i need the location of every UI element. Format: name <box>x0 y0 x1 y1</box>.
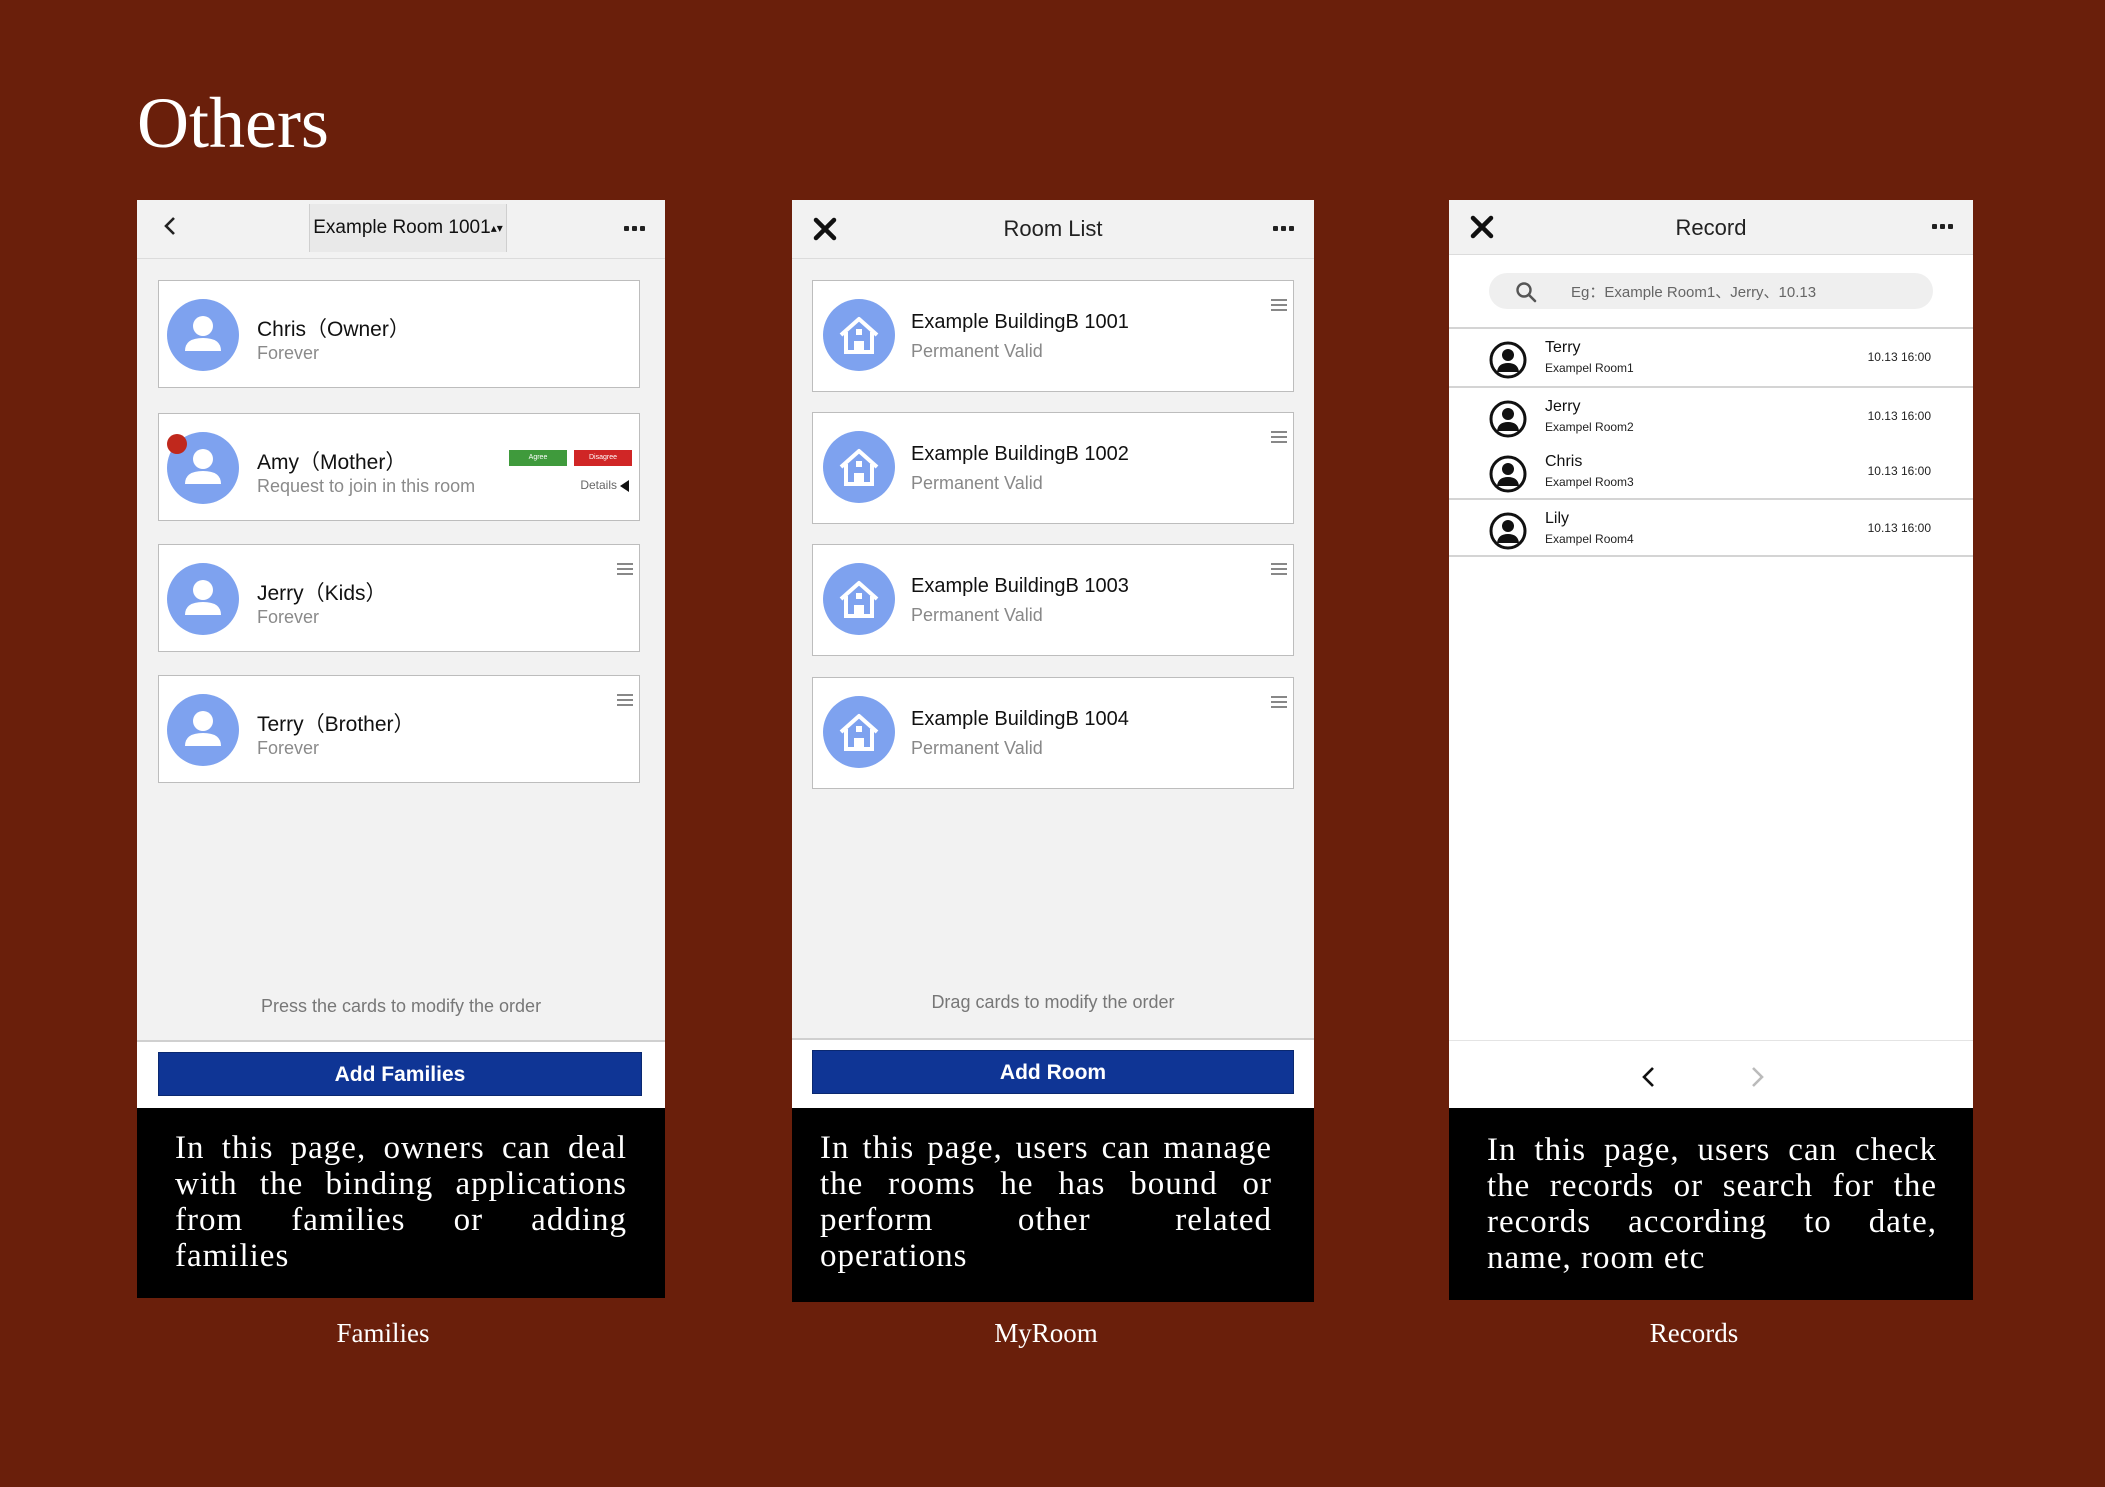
records-screen: Record Terry Exampel Room1 10.13 16:00 <box>1449 200 1973 1108</box>
record-name: Terry <box>1545 339 1581 356</box>
sort-arrows-icon: ▴▾ <box>490 221 503 235</box>
record-row-chris[interactable]: Chris Exampel Room3 10.13 16:00 <box>1449 443 1973 498</box>
person-icon <box>1489 341 1527 379</box>
families-topbar: Example Room 1001▴▾ <box>137 200 665 259</box>
families-bottombar: Add Families <box>137 1040 665 1108</box>
disagree-button[interactable]: Disagree <box>574 450 632 466</box>
house-icon <box>823 563 895 635</box>
search-area <box>1449 255 1973 329</box>
room-selector-label: Example Room 1001 <box>313 217 491 239</box>
person-icon <box>167 299 239 371</box>
records-caption: Records <box>1649 1318 1739 1348</box>
record-name: Jerry <box>1545 398 1581 415</box>
records-topbar: Record <box>1449 200 1973 255</box>
record-room: Exampel Room2 <box>1545 420 1634 434</box>
member-card-jerry[interactable]: Jerry（Kids） Forever <box>158 544 640 652</box>
member-name: Jerry（Kids） <box>257 582 387 605</box>
search-icon <box>1516 282 1537 303</box>
room-validity: Permanent Valid <box>911 341 1043 361</box>
families-description: In this page, owners can deal with the b… <box>137 1108 665 1298</box>
drag-handle-icon[interactable] <box>1271 696 1287 711</box>
room-card-1002[interactable]: Example BuildingB 1002 Permanent Valid <box>812 412 1294 524</box>
myroom-caption: MyRoom <box>994 1318 1098 1348</box>
more-icon[interactable] <box>624 226 645 231</box>
member-card-amy[interactable]: Amy（Mother） Request to join in this room… <box>158 413 640 521</box>
screen-title: Record <box>1675 215 1747 240</box>
person-icon <box>1489 455 1527 493</box>
member-status: Forever <box>257 738 320 758</box>
member-status: Forever <box>257 607 320 627</box>
room-name: Example BuildingB 1003 <box>911 575 1129 597</box>
record-room: Exampel Room3 <box>1545 475 1634 489</box>
room-validity: Permanent Valid <box>911 473 1043 493</box>
more-icon[interactable] <box>1273 226 1294 231</box>
add-room-button[interactable]: Add Room <box>812 1050 1294 1094</box>
triangle-left-icon <box>620 479 629 492</box>
record-row-lily[interactable]: Lily Exampel Room4 10.13 16:00 <box>1449 498 1973 557</box>
myroom-topbar: Room List <box>792 200 1314 259</box>
person-icon <box>1489 400 1527 438</box>
member-status: Forever <box>257 343 320 363</box>
record-row-terry[interactable]: Terry Exampel Room1 10.13 16:00 <box>1449 329 1973 384</box>
room-name: Example BuildingB 1004 <box>911 708 1129 730</box>
families-caption: Families <box>336 1318 430 1348</box>
page-title: Others <box>137 83 329 163</box>
chevron-left-icon[interactable] <box>159 214 183 238</box>
room-card-1004[interactable]: Example BuildingB 1004 Permanent Valid <box>812 677 1294 789</box>
room-validity: Permanent Valid <box>911 605 1043 625</box>
record-time: 10.13 16:00 <box>1867 521 1931 535</box>
room-selector[interactable]: Example Room 1001▴▾ <box>309 204 507 252</box>
room-name: Example BuildingB 1001 <box>911 311 1129 333</box>
agree-button[interactable]: Agree <box>509 450 567 466</box>
person-icon <box>167 694 239 766</box>
member-name: Chris（Owner） <box>257 318 410 341</box>
member-card-chris[interactable]: Chris（Owner） Forever <box>158 280 640 388</box>
records-description: In this page, users can check the record… <box>1449 1108 1973 1300</box>
search-input[interactable] <box>1569 279 1913 305</box>
details-label: Details <box>580 478 617 492</box>
record-row-jerry[interactable]: Jerry Exampel Room2 10.13 16:00 <box>1449 386 1973 443</box>
reorder-hint: Press the cards to modify the order <box>260 996 542 1016</box>
drag-handle-icon[interactable] <box>1271 299 1287 314</box>
member-card-terry[interactable]: Terry（Brother） Forever <box>158 675 640 783</box>
record-name: Lily <box>1545 510 1570 527</box>
search-bar <box>1489 273 1933 309</box>
screen-title: Room List <box>1003 216 1103 241</box>
record-room: Exampel Room4 <box>1545 532 1634 546</box>
reorder-hint: Drag cards to modify the order <box>931 992 1175 1012</box>
drag-handle-icon[interactable] <box>617 694 633 709</box>
chevron-left-icon[interactable] <box>1639 1065 1659 1089</box>
member-status: Request to join in this room <box>257 476 476 496</box>
record-time: 10.13 16:00 <box>1867 350 1931 364</box>
details-link[interactable]: Details <box>580 478 629 492</box>
house-icon <box>823 299 895 371</box>
house-icon <box>823 431 895 503</box>
drag-handle-icon[interactable] <box>1271 563 1287 578</box>
chevron-right-icon[interactable] <box>1747 1065 1767 1089</box>
record-time: 10.13 16:00 <box>1867 409 1931 423</box>
drag-handle-icon[interactable] <box>1271 431 1287 446</box>
drag-handle-icon[interactable] <box>617 563 633 578</box>
person-icon <box>1489 512 1527 550</box>
room-validity: Permanent Valid <box>911 738 1043 758</box>
record-time: 10.13 16:00 <box>1867 464 1931 478</box>
add-families-button[interactable]: Add Families <box>158 1052 642 1096</box>
pagination <box>1449 1040 1973 1108</box>
record-room: Exampel Room1 <box>1545 361 1634 375</box>
member-name: Amy（Mother） <box>257 451 407 474</box>
house-icon <box>823 696 895 768</box>
families-screen: Example Room 1001▴▾ Chris（Owner） Forever… <box>137 200 665 1108</box>
more-icon[interactable] <box>1932 224 1953 229</box>
member-name: Terry（Brother） <box>257 713 415 736</box>
room-card-1001[interactable]: Example BuildingB 1001 Permanent Valid <box>812 280 1294 392</box>
room-name: Example BuildingB 1002 <box>911 443 1129 465</box>
person-icon <box>167 563 239 635</box>
room-card-1003[interactable]: Example BuildingB 1003 Permanent Valid <box>812 544 1294 656</box>
myroom-bottombar: Add Room <box>792 1038 1314 1108</box>
notification-dot <box>167 434 187 454</box>
record-name: Chris <box>1545 453 1583 470</box>
myroom-screen: Room List Example BuildingB 1001 Permane… <box>792 200 1314 1108</box>
myroom-description: In this page, users can manage the rooms… <box>792 1108 1314 1302</box>
